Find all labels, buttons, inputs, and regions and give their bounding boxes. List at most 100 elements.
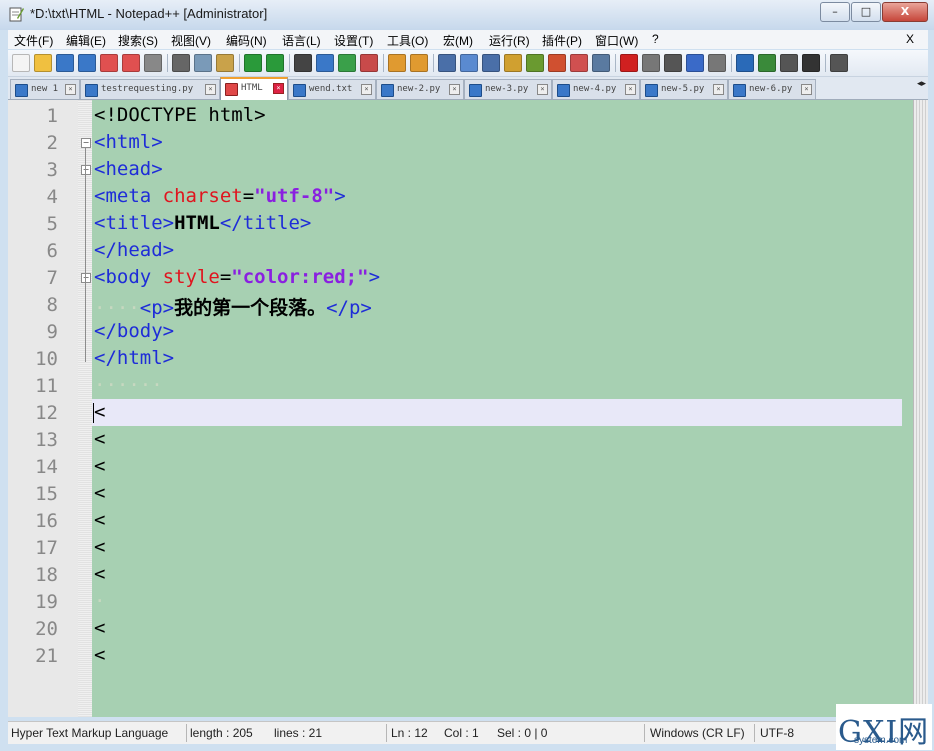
run-macro-multiple-icon[interactable] <box>686 54 704 72</box>
tab-scroll-arrows[interactable]: ◂▸ <box>917 79 926 89</box>
tab-close-icon[interactable]: × <box>449 84 460 95</box>
tab-wend-txt[interactable]: wend.txt × <box>288 79 376 99</box>
indent-guide-icon[interactable] <box>482 54 500 72</box>
code-line[interactable]: <head> <box>92 156 902 183</box>
code-line[interactable]: < <box>92 399 902 426</box>
menu-item-1[interactable]: 编辑(E) <box>66 32 106 49</box>
code-line[interactable]: <html> <box>92 129 902 156</box>
code-line[interactable]: < <box>92 426 902 453</box>
stop-macro-icon[interactable] <box>642 54 660 72</box>
sync-h-icon[interactable] <box>410 54 428 72</box>
close-all-icon[interactable] <box>122 54 140 72</box>
folder-workspace-icon[interactable] <box>548 54 566 72</box>
undo-icon[interactable] <box>244 54 262 72</box>
fold-toggle-icon[interactable]: − <box>81 165 91 175</box>
monitor-icon[interactable] <box>570 54 588 72</box>
code-line[interactable]: </body> <box>92 318 902 345</box>
tab-close-icon[interactable]: × <box>205 84 216 95</box>
maximize-button[interactable]: □ <box>851 2 881 22</box>
menu-item-8[interactable]: 宏(M) <box>443 32 473 49</box>
function-list-icon[interactable] <box>526 54 544 72</box>
tab-close-icon[interactable]: × <box>625 84 636 95</box>
paste-icon[interactable] <box>216 54 234 72</box>
record-macro-icon[interactable] <box>620 54 638 72</box>
code-line[interactable]: <!DOCTYPE html> <box>92 102 902 129</box>
menu-item-9[interactable]: 运行(R) <box>489 32 530 49</box>
print-icon[interactable] <box>144 54 162 72</box>
menu-item-11[interactable]: 窗口(W) <box>595 32 638 49</box>
tab-testrequesting-py[interactable]: testrequesting.py × <box>80 79 220 99</box>
save-macro-icon[interactable] <box>708 54 726 72</box>
close-icon[interactable] <box>100 54 118 72</box>
save-all-icon[interactable] <box>78 54 96 72</box>
fold-toggle-icon[interactable]: − <box>81 273 91 283</box>
code-line[interactable]: ····<p>我的第一个段落。</p> <box>92 291 902 319</box>
code-line[interactable]: </head> <box>92 237 902 264</box>
menu-item-10[interactable]: 插件(P) <box>542 32 582 49</box>
sync-v-icon[interactable] <box>388 54 406 72</box>
tab-close-icon[interactable]: × <box>65 84 76 95</box>
wrap-icon[interactable] <box>438 54 456 72</box>
replace-icon[interactable] <box>316 54 334 72</box>
menu-item-4[interactable]: 编码(N) <box>226 32 267 49</box>
tab-html[interactable]: HTML × <box>220 77 288 101</box>
editor-area[interactable]: <!DOCTYPE html> <html> <head> <meta charset… <box>8 100 928 717</box>
tab-close-icon[interactable]: × <box>537 84 548 95</box>
menu-item-0[interactable]: 文件(F) <box>14 32 53 49</box>
tab-close-icon[interactable]: × <box>361 84 372 95</box>
zoom-out-icon[interactable] <box>360 54 378 72</box>
save-icon[interactable] <box>56 54 74 72</box>
tab-new-6-py[interactable]: new-6.py × <box>728 79 816 99</box>
code-line[interactable]: · <box>92 588 902 615</box>
menu-item-2[interactable]: 搜索(S) <box>118 32 158 49</box>
tab-close-icon[interactable]: × <box>801 84 812 95</box>
list-icon[interactable] <box>758 54 776 72</box>
menu-item-3[interactable]: 视图(V) <box>171 32 211 49</box>
code-line[interactable]: < <box>92 642 902 669</box>
redo-icon[interactable] <box>266 54 284 72</box>
code-line[interactable]: < <box>92 480 902 507</box>
cut-icon[interactable] <box>172 54 190 72</box>
eye-icon[interactable] <box>592 54 610 72</box>
list-alt-icon[interactable] <box>780 54 798 72</box>
code-line[interactable]: < <box>92 561 902 588</box>
minimize-button[interactable]: – <box>820 2 850 22</box>
code-line[interactable]: <meta charset="utf-8"> <box>92 183 902 210</box>
tab-new-2-py[interactable]: new-2.py × <box>376 79 464 99</box>
code-line[interactable]: </html> <box>92 345 902 372</box>
tab-close-icon[interactable]: × <box>713 84 724 95</box>
doc-map-icon[interactable] <box>504 54 522 72</box>
code-line[interactable]: <title>HTML</title> <box>92 210 902 237</box>
play-macro-icon[interactable] <box>664 54 682 72</box>
tab-new-3-py[interactable]: new-3.py × <box>464 79 552 99</box>
tab-new-4-py[interactable]: new-4.py × <box>552 79 640 99</box>
open-file-icon[interactable] <box>34 54 52 72</box>
code-line[interactable]: ······ <box>92 372 902 399</box>
code-line[interactable]: < <box>92 453 902 480</box>
title-bar[interactable]: *D:\txt\HTML - Notepad++ [Administrator]… <box>0 0 934 30</box>
menu-item-5[interactable]: 语言(L) <box>282 32 321 49</box>
triangle-icon[interactable] <box>802 54 820 72</box>
close-window-button[interactable]: X <box>882 2 928 22</box>
fold-toggle-icon[interactable]: − <box>81 138 91 148</box>
show-all-chars-icon[interactable] <box>460 54 478 72</box>
menu-help[interactable]: ? <box>652 32 659 46</box>
code-text-area[interactable]: <!DOCTYPE html> <html> <head> <meta charset… <box>92 100 902 717</box>
zoom-in-icon[interactable] <box>338 54 356 72</box>
tab-close-icon[interactable]: × <box>273 83 284 94</box>
vertical-scrollbar[interactable] <box>913 100 928 717</box>
code-line[interactable]: <body style="color:red;"> <box>92 264 902 291</box>
close-document-button[interactable]: X <box>906 32 914 46</box>
code-line[interactable]: < <box>92 507 902 534</box>
tab-new-5-py[interactable]: new-5.py × <box>640 79 728 99</box>
download-icon[interactable] <box>736 54 754 72</box>
code-line[interactable]: < <box>92 534 902 561</box>
find-icon[interactable] <box>294 54 312 72</box>
up-icon[interactable] <box>830 54 848 72</box>
menu-item-6[interactable]: 设置(T) <box>334 32 373 49</box>
menu-item-7[interactable]: 工具(O) <box>387 32 428 49</box>
tab-new-1[interactable]: new 1 × <box>10 79 80 99</box>
new-file-icon[interactable] <box>12 54 30 72</box>
code-line[interactable]: < <box>92 615 902 642</box>
copy-icon[interactable] <box>194 54 212 72</box>
